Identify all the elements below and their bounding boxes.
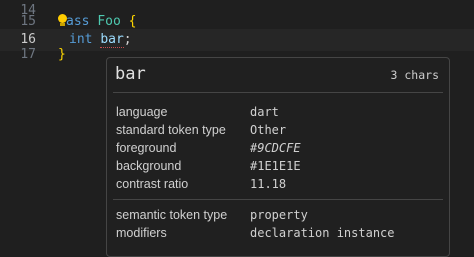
info-key: modifiers [116, 226, 167, 240]
info-value: #1E1E1E [250, 159, 301, 173]
hover-header: bar 3 chars [107, 58, 449, 94]
info-key: contrast ratio [116, 177, 189, 191]
info-value: declaration instance [250, 226, 395, 240]
token-inspector-hover: bar 3 chars language dart standard token… [106, 57, 450, 257]
info-key: language [116, 105, 168, 119]
info-key: semantic token type [116, 208, 228, 222]
token-title: bar [115, 64, 146, 84]
info-value: #9CDCFE [250, 141, 301, 155]
divider [113, 92, 443, 93]
brace-token: } [58, 47, 66, 62]
info-value: 11.18 [250, 177, 287, 191]
info-row: foreground #9CDCFE [107, 139, 449, 157]
info-key: foreground [116, 141, 177, 155]
info-row: language dart [107, 103, 449, 121]
info-key: background [116, 159, 182, 173]
info-value: dart [250, 105, 279, 119]
info-row: standard token type Other [107, 121, 449, 139]
info-row: modifiers declaration instance [107, 224, 449, 242]
line-number: 17 [20, 47, 36, 62]
brace-token: { [128, 14, 137, 29]
keyword-token: ass [66, 14, 90, 29]
divider [113, 199, 443, 200]
info-value: Other [250, 123, 287, 137]
info-key: standard token type [116, 123, 226, 137]
info-row: contrast ratio 11.18 [107, 175, 449, 193]
class-name-token: Foo [97, 14, 121, 29]
char-count: 3 chars [390, 68, 439, 82]
info-row: background #1E1E1E [107, 157, 449, 175]
info-row: semantic token type property [107, 206, 449, 224]
info-value: property [250, 208, 308, 222]
